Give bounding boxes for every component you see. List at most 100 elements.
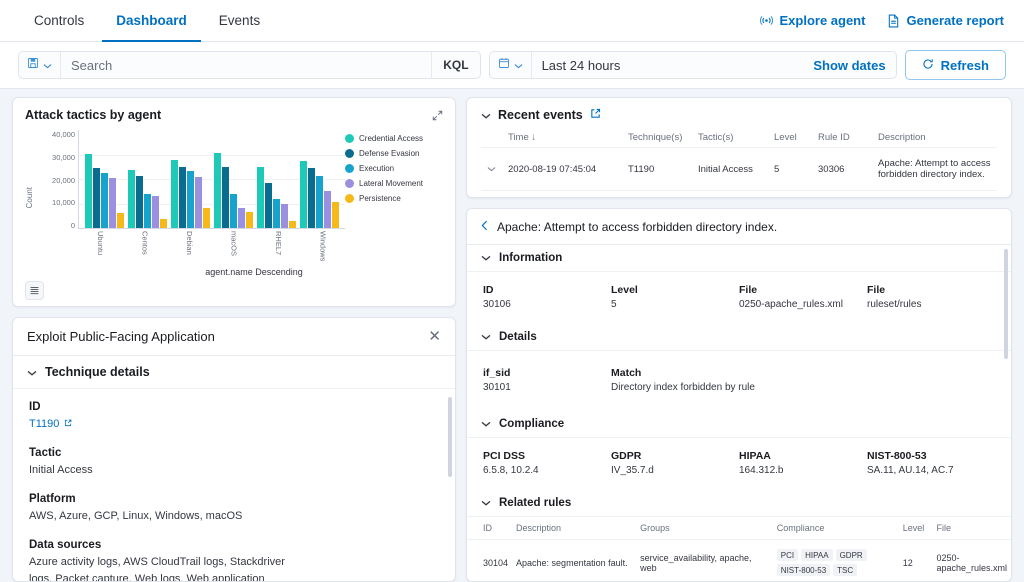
chart-bar[interactable]	[308, 168, 315, 228]
column-level[interactable]: Level	[898, 517, 933, 540]
inspect-icon[interactable]	[25, 281, 44, 300]
chart-bar[interactable]	[160, 218, 167, 228]
cell-rule-id[interactable]: 30104	[467, 540, 512, 582]
technique-details-accordion[interactable]: Technique details	[13, 356, 455, 389]
chart-legend: Credential Access Defense Evasion Executio…	[345, 130, 443, 265]
chart-bar[interactable]	[144, 194, 151, 228]
rule-detail-title: Apache: Attempt to access forbidden dire…	[497, 219, 778, 234]
details-label: Details	[499, 331, 537, 343]
column-rule-id[interactable]: Rule ID	[812, 128, 872, 148]
column-description[interactable]: Description	[512, 517, 637, 540]
chart-bar[interactable]	[85, 154, 92, 228]
chart-bar[interactable]	[324, 190, 331, 228]
information-accordion[interactable]: Information	[467, 245, 1011, 272]
field-value[interactable]: 5	[611, 299, 739, 310]
details-accordion[interactable]: Details	[467, 324, 1011, 351]
rule-detail-scrollbar[interactable]	[1004, 249, 1008, 359]
chart-bar[interactable]	[117, 212, 124, 228]
field-value[interactable]: 164.312.b	[739, 465, 867, 476]
chart-bar[interactable]	[300, 161, 307, 228]
chart-bar[interactable]	[152, 196, 159, 228]
row-expand-icon[interactable]	[481, 147, 502, 191]
field-value[interactable]: IV_35.7.d	[611, 465, 739, 476]
legend-item[interactable]: Credential Access	[345, 134, 443, 143]
chart-bar[interactable]	[265, 183, 272, 228]
column-level[interactable]: Level	[768, 128, 812, 148]
chart-bar[interactable]	[230, 193, 237, 228]
chart-bar[interactable]	[273, 199, 280, 228]
column-description[interactable]: Description	[872, 128, 997, 148]
chart-bar[interactable]	[246, 212, 253, 228]
chart-bar[interactable]	[195, 176, 202, 228]
generate-report-button[interactable]: Generate report	[887, 13, 1004, 28]
tab-events[interactable]: Events	[205, 1, 274, 42]
expand-icon[interactable]	[432, 108, 443, 126]
chart-bar[interactable]	[171, 159, 178, 228]
field-value[interactable]: ruleset/rules	[867, 299, 995, 310]
column-file[interactable]: File	[932, 517, 1011, 540]
kql-toggle[interactable]: KQL	[431, 52, 479, 78]
x-tick-cell: Windows	[301, 231, 346, 265]
cell-technique[interactable]: T1190	[622, 147, 692, 191]
field-value[interactable]: 6.5.8, 10.2.4	[483, 465, 611, 476]
chart-bar[interactable]	[316, 176, 323, 228]
chart-bar[interactable]	[136, 175, 143, 228]
tab-controls[interactable]: Controls	[20, 1, 98, 42]
chart-bar[interactable]	[109, 177, 116, 228]
column-time-label: Time	[508, 132, 529, 143]
field-value[interactable]: SA.11, AU.14, AC.7	[867, 465, 995, 476]
chart-bar[interactable]	[187, 171, 194, 228]
explore-agent-button[interactable]: Explore agent	[760, 13, 865, 28]
cell-rule-id[interactable]: 30306	[812, 147, 872, 191]
chart-bar[interactable]	[281, 203, 288, 228]
chart-bar[interactable]	[332, 201, 339, 228]
legend-item[interactable]: Execution	[345, 164, 443, 173]
legend-color-swatch	[345, 179, 354, 188]
legend-item[interactable]: Defense Evasion	[345, 149, 443, 158]
column-compliance[interactable]: Compliance	[772, 517, 899, 540]
search-input[interactable]	[61, 52, 432, 78]
column-techniques[interactable]: Technique(s)	[622, 128, 692, 148]
chart-bar[interactable]	[179, 167, 186, 228]
column-id[interactable]: ID	[467, 517, 513, 540]
calendar-dropdown-button[interactable]	[490, 52, 532, 78]
legend-color-swatch	[345, 164, 354, 173]
technique-id-link[interactable]: T1190	[29, 416, 439, 433]
chart-bar[interactable]	[128, 170, 135, 228]
cell-description: Apache: segmentation fault.	[516, 557, 628, 568]
recent-events-accordion[interactable]: Recent events	[481, 108, 997, 122]
y-tick: 0	[70, 221, 75, 230]
saved-query-button[interactable]	[19, 52, 61, 78]
related-rules-accordion[interactable]: Related rules	[467, 490, 1011, 517]
chart-bar[interactable]	[203, 207, 210, 228]
chart-y-ticks: 40,000 30,000 20,000 10,000 0	[36, 130, 78, 230]
date-range-value[interactable]: Last 24 hours	[532, 58, 804, 73]
chart-bar[interactable]	[238, 207, 245, 228]
chart-bar[interactable]	[222, 167, 229, 228]
column-groups[interactable]: Groups	[636, 517, 773, 540]
field-label: Tactic	[29, 447, 62, 460]
chart-bar[interactable]	[93, 167, 100, 228]
column-time[interactable]: Time ↓	[502, 128, 622, 148]
chevron-left-icon[interactable]	[481, 219, 488, 234]
technique-scrollbar[interactable]	[448, 397, 452, 477]
legend-item[interactable]: Lateral Movement	[345, 179, 443, 188]
table-row[interactable]: 30104 Apache: segmentation fault. servic…	[467, 540, 1011, 582]
refresh-button[interactable]: Refresh	[904, 50, 1006, 80]
cell-file[interactable]: 0250-apache_rules.xml	[932, 540, 1011, 582]
field-value[interactable]: 0250-apache_rules.xml	[739, 299, 867, 310]
technique-title: Exploit Public-Facing Application	[27, 329, 215, 344]
chart-bar[interactable]	[289, 221, 296, 228]
tab-dashboard[interactable]: Dashboard	[102, 1, 201, 42]
close-icon[interactable]: ✕	[428, 329, 441, 344]
chart-bar[interactable]	[101, 172, 108, 228]
chart-bar[interactable]	[257, 167, 264, 228]
legend-item[interactable]: Persistence	[345, 194, 443, 203]
bar-group	[212, 130, 255, 228]
external-link-icon[interactable]	[590, 108, 601, 122]
show-dates-button[interactable]: Show dates	[803, 58, 895, 73]
chart-bar[interactable]	[214, 152, 221, 228]
table-row[interactable]: 2020-08-19 07:45:04 T1190 Initial Access…	[481, 147, 997, 191]
compliance-accordion[interactable]: Compliance	[467, 411, 1011, 438]
column-tactics[interactable]: Tactic(s)	[692, 128, 768, 148]
